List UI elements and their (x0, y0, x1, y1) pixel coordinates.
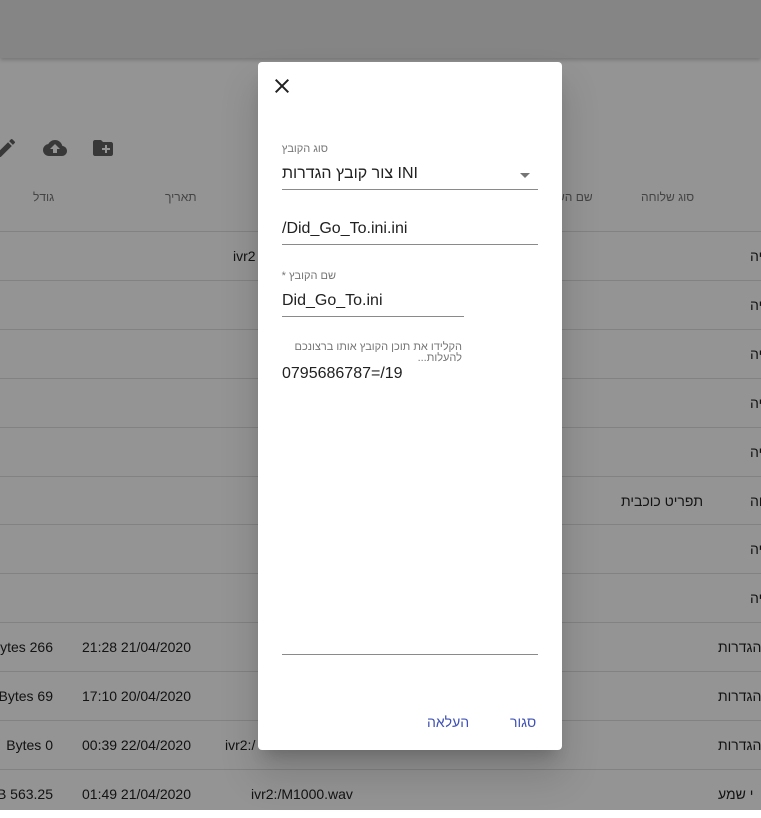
upload-file-dialog: סוג הקובץ צור קובץ הגדרות INI /Did_Go_To… (258, 62, 562, 750)
close-icon[interactable] (270, 74, 294, 98)
content-label: הקלידו את תוכן הקובץ אותו ברצונכם להעלות… (294, 341, 462, 364)
content-underline (282, 654, 538, 655)
path-field[interactable]: /Did_Go_To.ini.ini (282, 220, 407, 238)
chevron-down-icon[interactable] (520, 173, 530, 178)
file-type-label: סוג הקובץ (281, 143, 328, 155)
path-underline (282, 244, 538, 245)
upload-button[interactable]: העלאה (427, 714, 469, 730)
file-name-field[interactable]: Did_Go_To.ini (282, 292, 383, 310)
file-type-select[interactable]: צור קובץ הגדרות INI (282, 165, 418, 183)
file-name-underline (282, 316, 464, 317)
file-type-underline (282, 189, 538, 190)
file-name-label: שם הקובץ * (281, 270, 336, 282)
content-textarea[interactable]: 0795686787=/19 (282, 365, 403, 383)
close-button[interactable]: סגור (510, 714, 536, 730)
